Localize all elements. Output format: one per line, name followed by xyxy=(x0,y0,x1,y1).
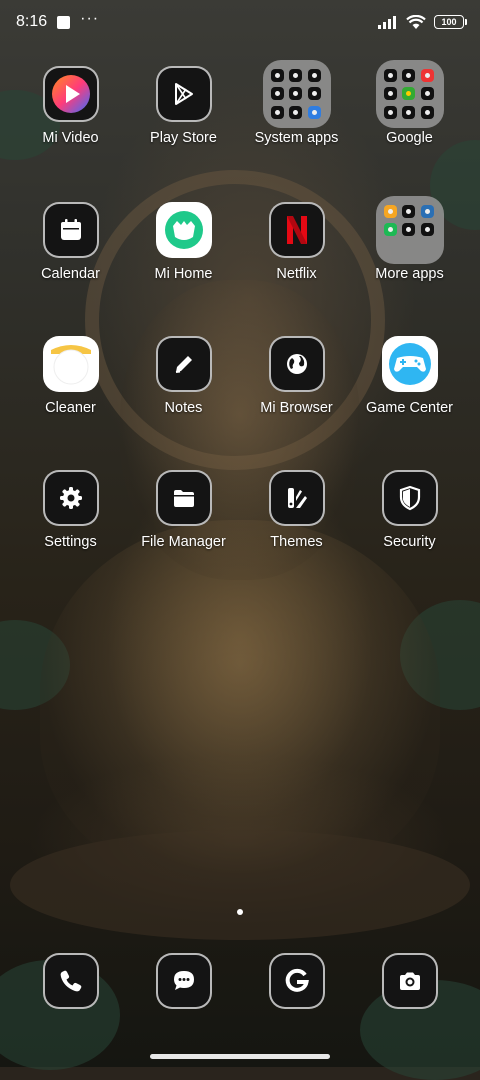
app-notes[interactable]: Notes xyxy=(127,336,240,416)
app-label: Game Center xyxy=(365,400,454,416)
app-label: Themes xyxy=(270,534,323,550)
app-label: More apps xyxy=(375,266,444,282)
app-mi-browser[interactable]: Mi Browser xyxy=(240,336,353,416)
app-label: Play Store xyxy=(150,130,217,146)
app-label: System apps xyxy=(254,130,339,146)
mi-home-icon xyxy=(155,202,212,258)
mi-video-icon xyxy=(42,66,99,122)
calendar-icon xyxy=(42,202,99,258)
app-play-store[interactable]: Play Store xyxy=(127,66,240,146)
dock-messages[interactable] xyxy=(127,953,240,1009)
folder-icon xyxy=(262,60,331,128)
folder-google[interactable]: Google xyxy=(353,60,466,146)
globe-icon xyxy=(268,336,325,392)
signal-icon xyxy=(378,16,396,29)
page-dot-active xyxy=(237,909,243,915)
camera-icon xyxy=(381,953,438,1009)
app-settings[interactable]: Settings xyxy=(14,470,127,550)
app-game-center[interactable]: Game Center xyxy=(353,336,466,416)
app-cleaner[interactable]: Cleaner xyxy=(14,336,127,416)
app-label: Mi Video xyxy=(42,130,99,146)
page-indicator xyxy=(0,909,480,915)
app-label: Google xyxy=(386,130,433,146)
notes-pencil-icon xyxy=(155,336,212,392)
app-mi-video[interactable]: Mi Video xyxy=(14,66,127,146)
app-file-manager[interactable]: File Manager xyxy=(127,470,240,550)
app-label: Security xyxy=(383,534,436,550)
battery-level: 100 xyxy=(441,17,457,27)
status-bar: 8:16 ··· 100 xyxy=(0,0,480,44)
play-store-icon xyxy=(155,66,212,122)
wifi-icon xyxy=(406,14,426,29)
app-netflix[interactable]: Netflix xyxy=(240,202,353,282)
phone-icon xyxy=(42,953,99,1009)
notification-square-icon xyxy=(57,15,71,29)
folder-icon xyxy=(375,196,444,264)
dock-phone[interactable] xyxy=(14,953,127,1009)
app-label: Settings xyxy=(44,534,97,550)
app-themes[interactable]: Themes xyxy=(240,470,353,550)
app-label: Notes xyxy=(164,400,203,416)
netflix-icon xyxy=(268,202,325,258)
battery-icon: 100 xyxy=(434,15,467,29)
dock-google[interactable] xyxy=(240,953,353,1009)
app-label: File Manager xyxy=(141,534,226,550)
gamepad-icon xyxy=(381,336,438,392)
more-notifications-icon: ··· xyxy=(80,10,100,27)
dock xyxy=(14,953,466,1009)
themes-icon xyxy=(268,470,325,526)
app-mi-home[interactable]: Mi Home xyxy=(127,202,240,282)
app-calendar[interactable]: Calendar xyxy=(14,202,127,282)
google-g-icon xyxy=(268,953,325,1009)
app-label: Netflix xyxy=(276,266,317,282)
folder-more-apps[interactable]: More apps xyxy=(353,196,466,282)
gear-icon xyxy=(42,470,99,526)
status-time: 8:16 xyxy=(16,13,48,30)
app-label: Cleaner xyxy=(45,400,96,416)
app-label: Mi Browser xyxy=(260,400,333,416)
folder-system-apps[interactable]: System apps xyxy=(240,60,353,146)
app-security[interactable]: Security xyxy=(353,470,466,550)
folder-icon xyxy=(375,60,444,128)
chat-bubble-icon xyxy=(155,953,212,1009)
app-grid: Mi Video Play Store System apps Google C… xyxy=(14,60,466,604)
app-label: Mi Home xyxy=(154,266,213,282)
folder-file-icon xyxy=(155,470,212,526)
cleaner-icon xyxy=(42,336,99,392)
shield-icon xyxy=(381,470,438,526)
app-label: Calendar xyxy=(41,266,100,282)
dock-camera[interactable] xyxy=(353,953,466,1009)
home-indicator[interactable] xyxy=(150,1054,330,1059)
